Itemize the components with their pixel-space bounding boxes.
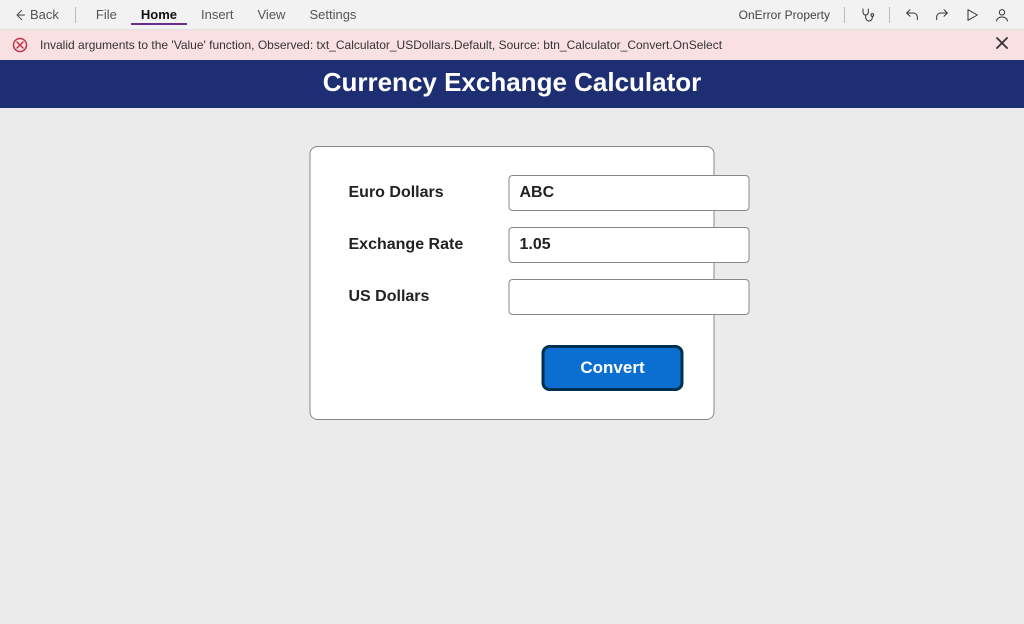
input-us-dollars[interactable] (509, 279, 750, 315)
label-euro: Euro Dollars (349, 184, 509, 202)
menubar-right: OnError Property (739, 2, 1016, 28)
divider (844, 7, 845, 23)
menu-item-home[interactable]: Home (131, 5, 187, 25)
user-icon (994, 7, 1010, 23)
menu-item-file[interactable]: File (86, 5, 127, 24)
menu-item-insert[interactable]: Insert (191, 5, 244, 24)
row-convert: Convert (349, 345, 684, 391)
menu-item-view[interactable]: View (248, 5, 296, 24)
play-icon (964, 7, 980, 23)
undo-button[interactable] (898, 2, 926, 28)
top-menubar: Back File Home Insert View Settings OnEr… (0, 0, 1024, 30)
menubar-left: Back File Home Insert View Settings (8, 5, 366, 25)
redo-icon (934, 7, 950, 23)
label-usd: US Dollars (349, 288, 509, 306)
undo-icon (904, 7, 920, 23)
convert-button[interactable]: Convert (542, 345, 684, 391)
error-close-button[interactable] (992, 36, 1012, 54)
error-bar: Invalid arguments to the 'Value' functio… (0, 30, 1024, 60)
row-usd: US Dollars (349, 279, 684, 315)
calculator-card: Euro Dollars Exchange Rate US Dollars Co… (310, 146, 715, 420)
back-label: Back (30, 7, 59, 22)
menu-item-settings[interactable]: Settings (299, 5, 366, 24)
divider (889, 7, 890, 23)
input-exchange-rate[interactable] (509, 227, 750, 263)
error-icon (12, 37, 28, 53)
divider (75, 7, 76, 23)
back-arrow-icon (14, 9, 26, 21)
redo-button[interactable] (928, 2, 956, 28)
app-canvas: Currency Exchange Calculator Euro Dollar… (0, 60, 1024, 624)
user-button[interactable] (988, 2, 1016, 28)
input-euro-dollars[interactable] (509, 175, 750, 211)
diagnostics-button[interactable] (853, 2, 881, 28)
error-message: Invalid arguments to the 'Value' functio… (40, 38, 722, 52)
label-rate: Exchange Rate (349, 236, 509, 254)
play-button[interactable] (958, 2, 986, 28)
stethoscope-icon (859, 7, 875, 23)
property-label: OnError Property (739, 8, 830, 22)
row-euro: Euro Dollars (349, 175, 684, 211)
back-button[interactable]: Back (8, 5, 65, 24)
app-title: Currency Exchange Calculator (0, 60, 1024, 108)
close-icon (996, 37, 1008, 49)
row-rate: Exchange Rate (349, 227, 684, 263)
